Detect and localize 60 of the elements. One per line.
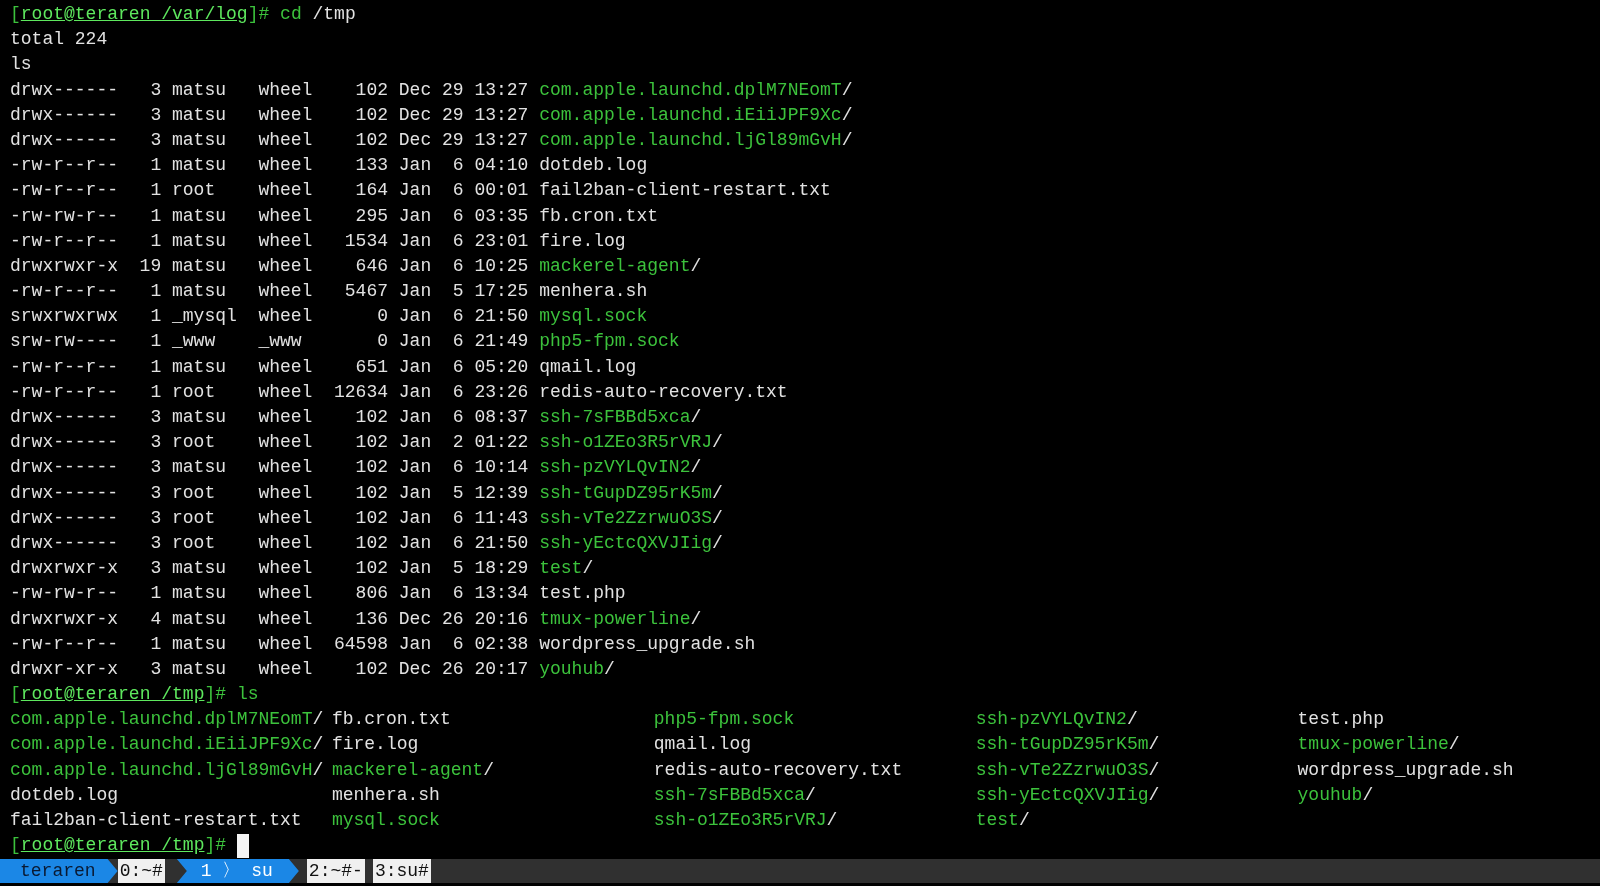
file-listing-row-text: srw-rw---- 1 _www _www 0 Jan 6 21:49 php5-fpm.sock	[10, 330, 681, 354]
command-text: cd /tmp	[280, 3, 356, 26]
file-listing-row-text: drwx------ 3 matsu wheel 102 Dec 29 13:27 com.apple.launchd.dplM7NEomT/	[10, 78, 854, 102]
file-listing-row-text: srwxrwxrwx 1 _mysql wheel 0 Jan 6 21:50 mysql.sock	[10, 305, 649, 329]
file-listing-row-text: -rw-r--r-- 1 matsu wheel 133 Jan 6 04:10 dotdeb.log	[10, 154, 649, 178]
file-listing-row-text: drwx------ 3 matsu wheel 102 Jan 6 10:14 ssh-pzVYLQvIN2/	[10, 456, 703, 480]
file-listing-row-text: -rw-r--r-- 1 matsu wheel 1534 Jan 6 23:01 fire.log	[10, 229, 627, 253]
file-name: ssh-vTe2ZzrwuO3S/	[975, 758, 1160, 782]
file-listing-row-text: -rw-r--r-- 1 matsu wheel 5467 Jan 5 17:25 menhera.sh	[10, 280, 649, 304]
file-listing-row-text: drwx------ 3 root wheel 102 Jan 6 11:43 ssh-vTe2ZzrwuO3S/	[10, 506, 724, 530]
file-listing-row-text: drwxrwxr-x 19 matsu wheel 646 Jan 6 10:25 mackerel-agent/	[10, 254, 703, 278]
file-listing-row-text: drwxr-xr-x 3 matsu wheel 102 Dec 26 20:17 youhub/	[10, 657, 616, 681]
file-name: com.apple.launchd.iEiiJPF9Xc/	[10, 733, 324, 757]
file-name: qmail.log	[653, 733, 751, 757]
file-name: youhub/	[1297, 783, 1374, 807]
file-listing-row-text: drwx------ 3 matsu wheel 102 Dec 29 13:27 com.apple.launchd.ljGl89mGvH/	[10, 128, 854, 152]
file-name: test/	[975, 809, 1030, 832]
file-name: ssh-pzVYLQvIN2/	[975, 708, 1138, 732]
file-name: com.apple.launchd.ljGl89mGvH/	[10, 758, 324, 782]
file-listing-row-text: -rw-r--r-- 1 root wheel 12634 Jan 6 23:26 redis-auto-recovery.txt	[10, 380, 789, 404]
file-listing-row-text: drwxrwxr-x 4 matsu wheel 136 Dec 26 20:16 tmux-powerline/	[10, 607, 703, 631]
window-tab[interactable]: 1 〉 su	[176, 859, 299, 883]
file-name: mackerel-agent/	[331, 758, 494, 782]
file-name: fail2ban-client-restart.txt	[10, 809, 302, 832]
shell-prompt: [root@teraren /tmp]#	[10, 834, 227, 858]
file-name: wordpress_upgrade.sh	[1297, 758, 1514, 782]
file-listing-row-text: drwxrwxr-x 3 matsu wheel 102 Jan 5 18:29 test/	[10, 557, 595, 581]
file-name: test.php	[1297, 708, 1384, 732]
file-listing-row-text: drwx------ 3 root wheel 102 Jan 5 12:39 ssh-tGupDZ95rK5m/	[10, 481, 724, 505]
file-name: mysql.sock	[331, 809, 440, 832]
file-name: menhera.sh	[331, 783, 440, 807]
output-text: total 224	[10, 28, 108, 52]
file-name: ssh-o1ZEo3R5rVRJ/	[653, 809, 838, 832]
file-name: fb.cron.txt	[331, 708, 451, 732]
file-listing-row-text: drwx------ 3 root wheel 102 Jan 2 01:22 ssh-o1ZEo3R5rVRJ/	[10, 431, 724, 455]
output-text: ls	[10, 53, 32, 77]
file-listing-row-text: drwx------ 3 matsu wheel 102 Jan 6 08:37 ssh-7sFBBd5xca/	[10, 406, 703, 429]
file-name: tmux-powerline/	[1297, 733, 1460, 757]
file-name: php5-fpm.sock	[653, 708, 795, 732]
file-listing-row-text: -rw-rw-r-- 1 matsu wheel 295 Jan 6 03:35 fb.cron.txt	[10, 204, 660, 228]
file-listing-row-text: -rw-rw-r-- 1 matsu wheel 806 Jan 6 13:34 test.php	[10, 582, 627, 606]
window-tab[interactable]: 3:su#	[372, 859, 431, 883]
file-listing-row-text: -rw-r--r-- 1 matsu wheel 64598 Jan 6 02:38 wordpress_upgrade.sh	[10, 632, 757, 656]
shell-prompt: [root@teraren /tmp]#	[10, 683, 227, 707]
file-listing-row-text: -rw-r--r-- 1 root wheel 164 Jan 6 00:01 fail2ban-client-restart.txt	[10, 179, 832, 203]
file-name: ssh-yEctcQXVJIig/	[975, 783, 1160, 807]
file-listing-row-text: -rw-r--r-- 1 matsu wheel 651 Jan 6 05:20 qmail.log	[10, 355, 638, 379]
file-name: dotdeb.log	[10, 783, 119, 807]
file-name: fire.log	[331, 733, 419, 757]
session-name: teraren	[0, 859, 118, 883]
window-tab[interactable]: 0:~#	[117, 859, 165, 883]
shell-prompt: [root@teraren /var/log]#	[10, 3, 270, 26]
file-listing-row-text: drwx------ 3 root wheel 102 Jan 6 21:50 ssh-yEctcQXVJIig/	[10, 531, 724, 555]
file-name: ssh-tGupDZ95rK5m/	[975, 733, 1160, 757]
file-name: redis-auto-recovery.txt	[653, 758, 903, 782]
file-name: com.apple.launchd.dplM7NEomT/	[10, 708, 324, 732]
file-name: ssh-7sFBBd5xca/	[653, 783, 816, 807]
file-listing-row-text: drwx------ 3 matsu wheel 102 Dec 29 13:27 com.apple.launchd.iEiiJPF9Xc/	[10, 103, 854, 127]
command-text: ls	[236, 683, 259, 707]
window-tab[interactable]: 2:~#-	[306, 859, 365, 883]
